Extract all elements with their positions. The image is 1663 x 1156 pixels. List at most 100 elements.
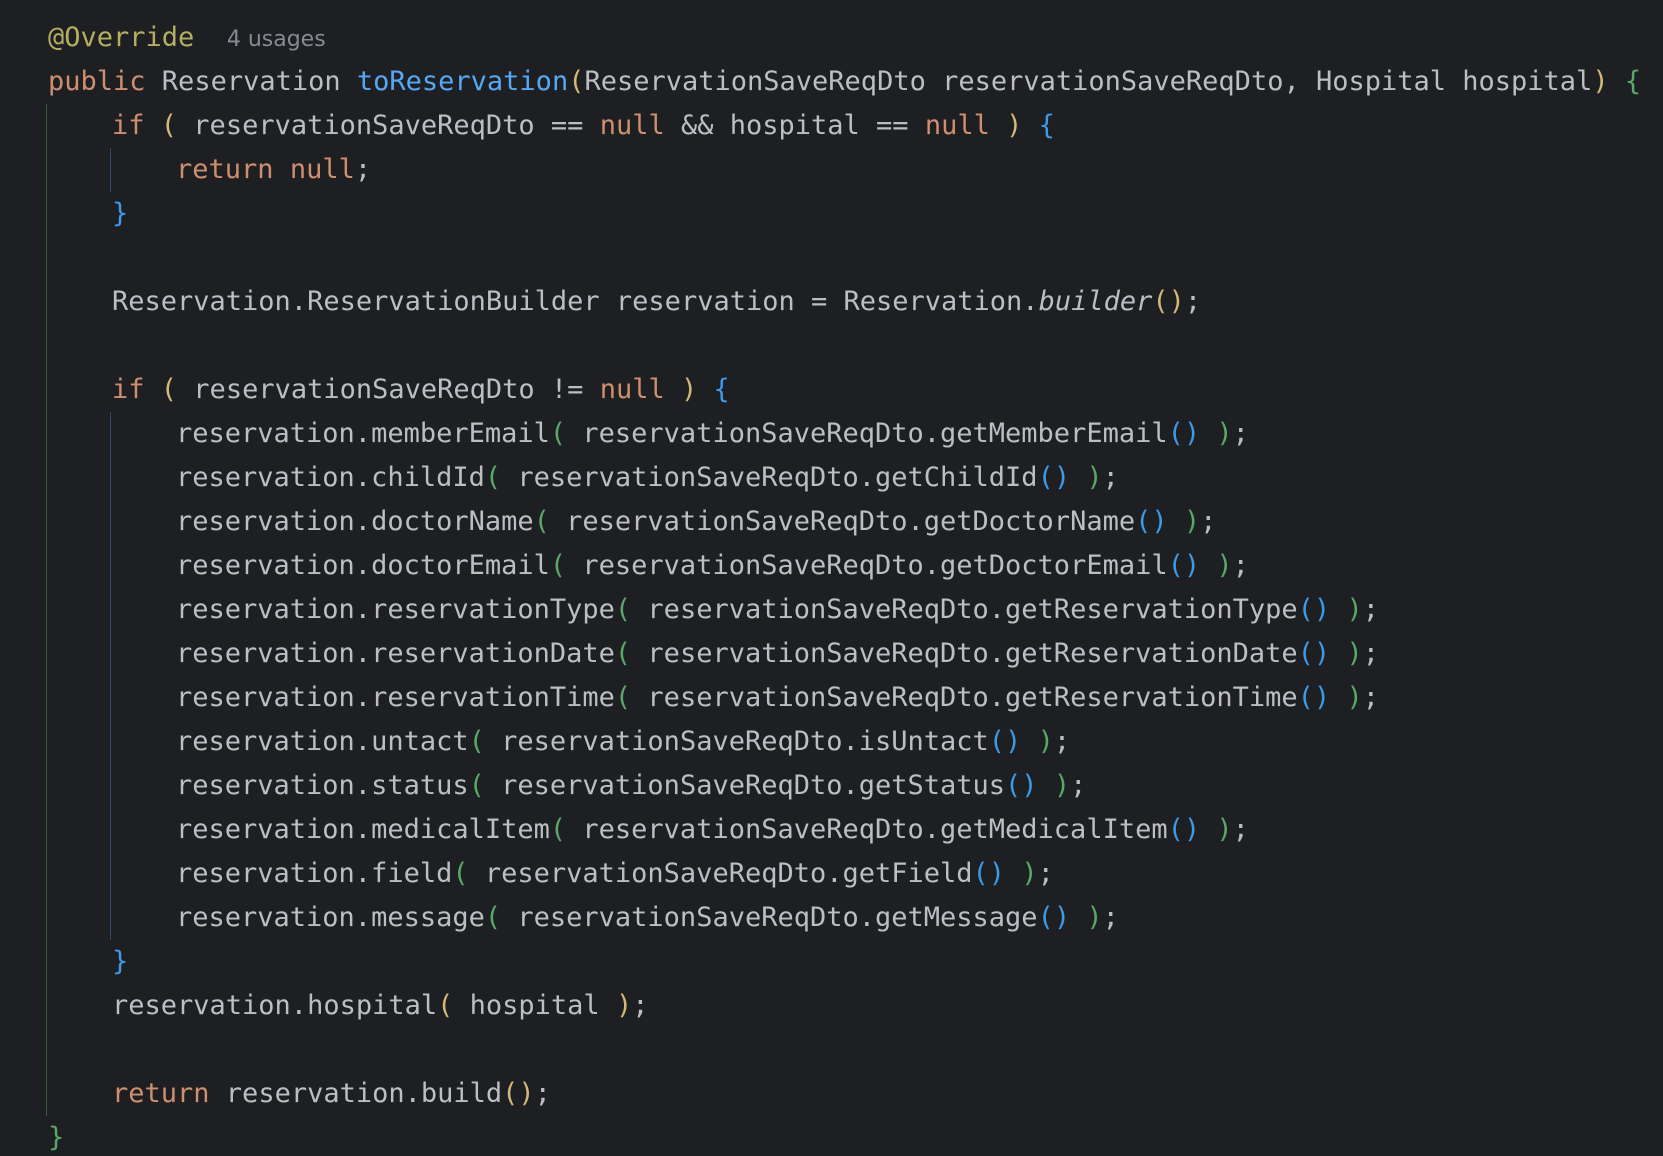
code-line[interactable]: reservation.reservationDate( reservation… xyxy=(176,632,1379,676)
code-token: return xyxy=(176,154,274,185)
code-token: public xyxy=(48,66,146,97)
code-line[interactable]: } xyxy=(112,940,128,984)
code-token: { xyxy=(1624,66,1642,97)
code-token: ; xyxy=(1102,902,1119,933)
code-token: ) xyxy=(1346,594,1363,625)
code-token: () xyxy=(1005,770,1038,801)
code-token: ) xyxy=(1183,506,1201,537)
code-line[interactable]: return reservation.build(); xyxy=(112,1072,551,1116)
code-token: reservation.hospital xyxy=(112,990,438,1021)
code-token: ( xyxy=(160,374,178,405)
code-line[interactable]: Reservation.ReservationBuilder reservati… xyxy=(112,280,1201,324)
code-line[interactable]: reservation.childId( reservationSaveReqD… xyxy=(176,456,1119,500)
indent-guide-method xyxy=(46,104,47,1116)
code-token: ; xyxy=(632,990,649,1021)
indent-guide-if-null xyxy=(110,148,111,192)
code-token: builder xyxy=(1038,286,1153,317)
code-line[interactable]: reservation.reservationType( reservation… xyxy=(176,588,1379,632)
code-line[interactable]: reservation.status( reservationSaveReqDt… xyxy=(176,764,1086,808)
code-token: { xyxy=(1038,110,1055,141)
code-line[interactable]: return null; xyxy=(176,148,371,192)
code-line[interactable]: reservation.reservationTime( reservation… xyxy=(176,676,1379,720)
code-token: ) xyxy=(1086,902,1103,933)
code-token: ( xyxy=(437,990,454,1021)
code-line[interactable]: @Override 4 usages xyxy=(48,16,326,60)
code-token: reservation.status xyxy=(176,770,469,801)
code-token: } xyxy=(112,198,129,229)
code-token: reservation.message xyxy=(176,902,485,933)
code-token: () xyxy=(988,726,1022,757)
code-line[interactable]: reservation.hospital( hospital ); xyxy=(112,984,648,1028)
code-line[interactable]: } xyxy=(112,192,128,236)
code-token: ; xyxy=(1184,286,1202,317)
code-token: null xyxy=(924,110,990,141)
code-editor[interactable]: @Override 4 usages public Reservation toR… xyxy=(0,0,1663,1156)
code-token: ; xyxy=(1102,462,1119,493)
code-token: reservationSaveReqDto.getDoctorName xyxy=(549,506,1136,537)
code-line[interactable]: reservation.untact( reservationSaveReqDt… xyxy=(176,720,1070,764)
code-token: @Override xyxy=(48,22,195,53)
code-token: ( xyxy=(568,66,585,97)
code-token: toReservation xyxy=(356,66,569,97)
code-token: ) xyxy=(1592,66,1609,97)
code-line[interactable]: reservation.doctorEmail( reservationSave… xyxy=(176,544,1249,588)
usages-inlay-hint[interactable]: 4 usages xyxy=(227,27,326,52)
code-token: () xyxy=(1152,286,1185,317)
code-token: ( xyxy=(484,462,502,493)
code-token: reservationSaveReqDto.getReservationDate xyxy=(631,638,1298,669)
indent-guide-if-not-null xyxy=(110,412,111,940)
code-token: ( xyxy=(549,418,567,449)
code-line[interactable]: reservation.field( reservationSaveReqDto… xyxy=(176,852,1054,896)
code-token: null xyxy=(599,374,665,405)
code-token: () xyxy=(1037,902,1071,933)
code-line[interactable]: reservation.message( reservationSaveReqD… xyxy=(176,896,1119,940)
code-token: hospital xyxy=(453,990,616,1021)
code-token: reservationSaveReqDto.getMedicalItem xyxy=(566,814,1168,845)
code-line[interactable]: if ( reservationSaveReqDto != null ) { xyxy=(112,368,730,412)
code-line[interactable]: reservation.doctorName( reservationSaveR… xyxy=(176,500,1216,544)
code-token: ( xyxy=(549,550,567,581)
code-token: ; xyxy=(1200,506,1217,537)
code-line[interactable]: reservation.medicalItem( reservationSave… xyxy=(176,808,1249,852)
code-token: ( xyxy=(614,638,632,669)
code-token: () xyxy=(1297,594,1331,625)
code-token: ; xyxy=(1362,682,1379,713)
code-token: reservationSaveReqDto.getStatus xyxy=(484,770,1006,801)
code-token: ; xyxy=(1232,550,1249,581)
code-token: ) xyxy=(1053,770,1071,801)
code-token: return xyxy=(112,1078,210,1109)
code-line[interactable]: reservation.memberEmail( reservationSave… xyxy=(176,412,1249,456)
code-token: reservationSaveReqDto.getField xyxy=(468,858,973,889)
code-token: ; xyxy=(354,154,372,185)
code-token: ) xyxy=(1086,462,1103,493)
code-token: reservation.medicalItem xyxy=(176,814,550,845)
code-token: ) xyxy=(1346,638,1363,669)
code-token: ; xyxy=(1362,638,1379,669)
code-token: if xyxy=(112,374,145,405)
code-token: ; xyxy=(1053,726,1071,757)
code-token: ; xyxy=(1232,814,1249,845)
code-token: ( xyxy=(614,594,632,625)
code-token: ) xyxy=(680,374,698,405)
code-line[interactable]: public Reservation toReservation(Reserva… xyxy=(48,60,1641,104)
code-token: ( xyxy=(468,770,485,801)
code-token: ( xyxy=(533,506,550,537)
code-line[interactable]: if ( reservationSaveReqDto == null && ho… xyxy=(112,104,1055,148)
code-token: && hospital == xyxy=(664,110,925,141)
code-token: ) xyxy=(1021,858,1038,889)
code-token: null xyxy=(599,110,665,141)
code-line[interactable]: } xyxy=(48,1116,64,1156)
